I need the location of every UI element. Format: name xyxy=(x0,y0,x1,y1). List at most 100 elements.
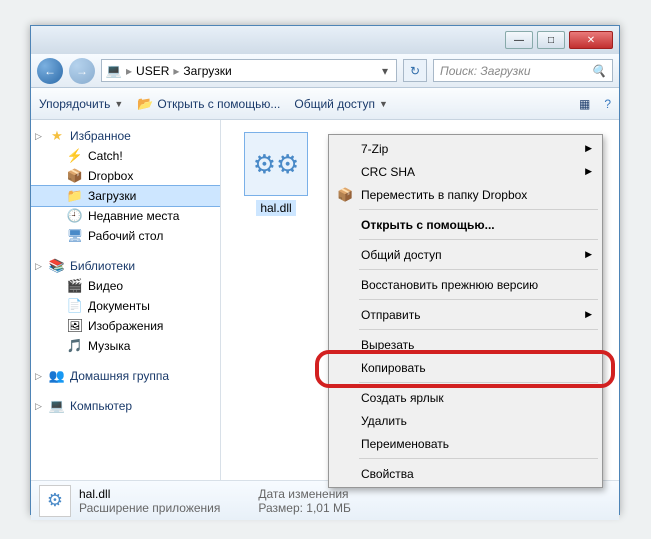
address-dropdown-icon[interactable]: ▾ xyxy=(378,64,392,78)
close-button[interactable]: ✕ xyxy=(569,31,613,49)
menu-separator xyxy=(359,209,598,210)
breadcrumb-part[interactable]: USER xyxy=(136,64,169,78)
tree-label: Рабочий стол xyxy=(88,229,163,243)
menu-separator xyxy=(359,382,598,383)
menu-item[interactable]: Открыть с помощью... xyxy=(331,213,600,236)
tree-label: Домашняя группа xyxy=(70,369,169,383)
address-bar[interactable]: 💻 ▸ USER ▸ Загрузки ▾ xyxy=(101,59,397,82)
desktop-icon: 🖥 xyxy=(67,228,83,244)
tree-label: Недавние места xyxy=(88,209,179,223)
menu-item[interactable]: Копировать xyxy=(331,356,600,379)
menu-item[interactable]: Создать ярлык xyxy=(331,386,600,409)
maximize-button[interactable]: □ xyxy=(537,31,565,49)
open-icon: 📂 xyxy=(137,96,153,112)
menu-item-label: Восстановить прежнюю версию xyxy=(361,278,538,292)
document-icon: 📄 xyxy=(67,298,83,314)
menu-item-label: Переименовать xyxy=(361,437,449,451)
recent-icon: 🕘 xyxy=(67,208,83,224)
tree-label: Документы xyxy=(88,299,150,313)
tree-label: Dropbox xyxy=(88,169,133,183)
breadcrumb-sep: ▸ xyxy=(173,64,179,78)
menu-separator xyxy=(359,239,598,240)
status-date-label: Дата изменения xyxy=(258,487,350,501)
menu-item-label: Свойства xyxy=(361,467,414,481)
menu-item-label: Открыть с помощью... xyxy=(361,218,495,232)
library-icon: 📚 xyxy=(49,258,65,274)
view-button[interactable]: ▦ xyxy=(579,97,590,111)
nav-tree: ▷★Избранное ⚡Catch! 📦Dropbox 📁Загрузки 🕘… xyxy=(31,120,221,480)
tree-label: Компьютер xyxy=(70,399,132,413)
tree-item-catch[interactable]: ⚡Catch! xyxy=(31,146,220,166)
tree-libraries[interactable]: ▷📚Библиотеки xyxy=(31,256,220,276)
organize-label: Упорядочить xyxy=(39,97,110,111)
tree-label: Библиотеки xyxy=(70,259,135,273)
menu-item[interactable]: Общий доступ▶ xyxy=(331,243,600,266)
tree-item-music[interactable]: 🎵Музыка xyxy=(31,336,220,356)
tree-computer[interactable]: ▷💻Компьютер xyxy=(31,396,220,416)
tree-label: Музыка xyxy=(88,339,130,353)
open-with-label: Открыть с помощью... xyxy=(157,97,280,111)
computer-icon: 💻 xyxy=(49,398,65,414)
nav-row: ← → 💻 ▸ USER ▸ Загрузки ▾ ↻ Поиск: Загру… xyxy=(31,54,619,88)
tree-item-downloads[interactable]: 📁Загрузки xyxy=(31,186,220,206)
tree-item-images[interactable]: 🖼Изображения xyxy=(31,316,220,336)
refresh-button[interactable]: ↻ xyxy=(403,59,427,82)
menu-item-label: Вырезать xyxy=(361,338,414,352)
submenu-arrow-icon: ▶ xyxy=(585,249,592,260)
chevron-down-icon: ▼ xyxy=(379,99,388,109)
tree-item-desktop[interactable]: 🖥 Рабочий стол xyxy=(31,226,220,246)
search-input[interactable]: Поиск: Загрузки 🔍 xyxy=(433,59,613,82)
menu-item[interactable]: Переименовать xyxy=(331,432,600,455)
chevron-down-icon: ▼ xyxy=(114,99,123,109)
back-button[interactable]: ← xyxy=(37,58,63,84)
tree-label: Избранное xyxy=(70,129,131,143)
tree-item-documents[interactable]: 📄 Документы xyxy=(31,296,220,316)
minimize-button[interactable]: — xyxy=(505,31,533,49)
menu-item-label: 7-Zip xyxy=(361,142,388,156)
menu-item[interactable]: Удалить xyxy=(331,409,600,432)
dropbox-icon: 📦 xyxy=(67,168,83,184)
catch-icon: ⚡ xyxy=(67,148,83,164)
status-icon: ⚙ xyxy=(39,485,71,517)
images-icon: 🖼 xyxy=(67,318,83,334)
status-meta: hal.dll Расширение приложения xyxy=(79,487,220,515)
menu-separator xyxy=(359,329,598,330)
share-button[interactable]: Общий доступ ▼ xyxy=(294,97,388,111)
menu-item[interactable]: CRC SHA▶ xyxy=(331,160,600,183)
status-size-label: Размер: xyxy=(258,501,303,515)
titlebar: — □ ✕ xyxy=(31,26,619,54)
menu-separator xyxy=(359,299,598,300)
submenu-arrow-icon: ▶ xyxy=(585,309,592,320)
menu-item[interactable]: Восстановить прежнюю версию xyxy=(331,273,600,296)
tree-favorites[interactable]: ▷★Избранное xyxy=(31,126,220,146)
share-label: Общий доступ xyxy=(294,97,375,111)
star-icon: ★ xyxy=(49,128,65,144)
computer-icon: 💻 xyxy=(106,63,122,79)
menu-item-label: Отправить xyxy=(361,308,421,322)
status-filetype: Расширение приложения xyxy=(79,501,220,515)
menu-item[interactable]: Свойства xyxy=(331,462,600,485)
menu-item[interactable]: 📦Переместить в папку Dropbox xyxy=(331,183,600,206)
tree-item-video[interactable]: 🎬Видео xyxy=(31,276,220,296)
forward-button[interactable]: → xyxy=(69,58,95,84)
status-filename: hal.dll xyxy=(79,487,220,501)
menu-separator xyxy=(359,458,598,459)
open-with-button[interactable]: 📂 Открыть с помощью... xyxy=(137,96,280,112)
menu-separator xyxy=(359,269,598,270)
menu-item[interactable]: Вырезать xyxy=(331,333,600,356)
organize-button[interactable]: Упорядочить ▼ xyxy=(39,97,123,111)
file-thumbnail: ⚙⚙ xyxy=(244,132,308,196)
tree-homegroup[interactable]: ▷👥Домашняя группа xyxy=(31,366,220,386)
video-icon: 🎬 xyxy=(67,278,83,294)
menu-item-label: Удалить xyxy=(361,414,407,428)
menu-item[interactable]: 7-Zip▶ xyxy=(331,137,600,160)
tree-item-dropbox[interactable]: 📦 Dropbox xyxy=(31,166,220,186)
breadcrumb-part[interactable]: Загрузки xyxy=(183,64,231,78)
gear-icon: ⚙ xyxy=(47,490,63,511)
file-item[interactable]: ⚙⚙ hal.dll xyxy=(233,132,319,216)
submenu-arrow-icon: ▶ xyxy=(585,166,592,177)
menu-item[interactable]: Отправить ▶ xyxy=(331,303,600,326)
tree-item-recent[interactable]: 🕘 Недавние места xyxy=(31,206,220,226)
search-placeholder: Поиск: Загрузки xyxy=(440,64,531,78)
help-button[interactable]: ? xyxy=(604,97,611,111)
